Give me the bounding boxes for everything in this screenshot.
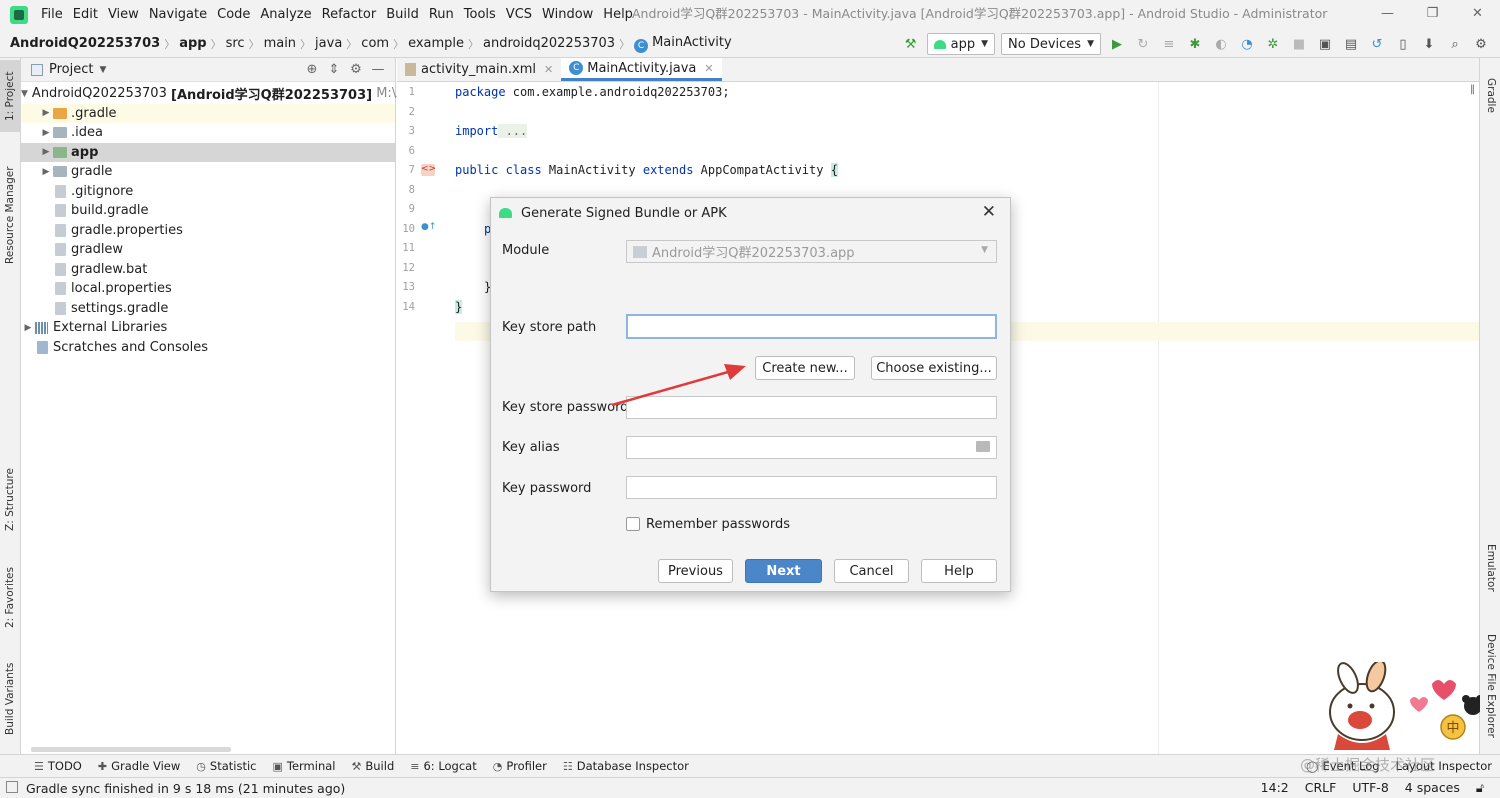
gradle-view-tab[interactable]: ✚ Gradle View (90, 759, 188, 773)
profiler-label: Profiler (506, 759, 547, 773)
database-icon: ☷ (562, 759, 573, 773)
toggle-tool-windows-icon[interactable] (6, 781, 18, 793)
file-encoding[interactable]: UTF-8 (1344, 778, 1396, 798)
logcat-tab[interactable]: ≡ 6: Logcat (402, 759, 485, 773)
statistic-label: Statistic (209, 759, 257, 773)
status-bar: Gradle sync finished in 9 s 18 ms (21 mi… (0, 777, 1500, 798)
list-icon: ☰ (34, 759, 44, 773)
plus-icon: ✚ (97, 759, 108, 773)
line-separator[interactable]: CRLF (1297, 778, 1345, 798)
bottom-tool-bar: ☰ TODO ✚ Gradle View ◷ Statistic ▣ Terminal … (0, 754, 1500, 777)
heart-icon (1410, 697, 1428, 712)
annotation-arrow (611, 364, 746, 407)
watermark-text: @稀土掘金技术社区 (1300, 756, 1436, 774)
lock-icon[interactable]: 🔓︎ (1468, 778, 1492, 798)
statistic-icon: ◷ (196, 759, 206, 773)
caret-position[interactable]: 14:2 (1253, 778, 1297, 798)
hammer-icon: ⚒ (351, 759, 362, 773)
database-inspector-tab[interactable]: ☷ Database Inspector (555, 759, 697, 773)
build-tab[interactable]: ⚒ Build (344, 759, 403, 773)
status-message[interactable]: Gradle sync finished in 9 s 18 ms (21 mi… (0, 781, 345, 796)
todo-label: TODO (47, 759, 82, 773)
profiler-tab[interactable]: ◔ Profiler (485, 759, 555, 773)
todo-tab[interactable]: ☰ TODO (26, 759, 90, 773)
terminal-label: Terminal (286, 759, 336, 773)
terminal-tab[interactable]: ▣ Terminal (264, 759, 343, 773)
indent-setting[interactable]: 4 spaces (1397, 778, 1468, 798)
logcat-label: 6: Logcat (423, 759, 477, 773)
profiler-icon: ◔ (492, 759, 503, 773)
heart-icon (1432, 680, 1456, 700)
gradle-view-label: Gradle View (111, 759, 181, 773)
logcat-icon: ≡ (410, 759, 420, 773)
mascot-badge-text: 中 (1446, 721, 1459, 736)
build-label: Build (365, 759, 395, 773)
statistic-tab[interactable]: ◷ Statistic (188, 759, 264, 773)
database-inspector-label: Database Inspector (576, 759, 689, 773)
terminal-icon: ▣ (272, 759, 283, 773)
mascot-sticker: 中 (1329, 662, 1480, 750)
